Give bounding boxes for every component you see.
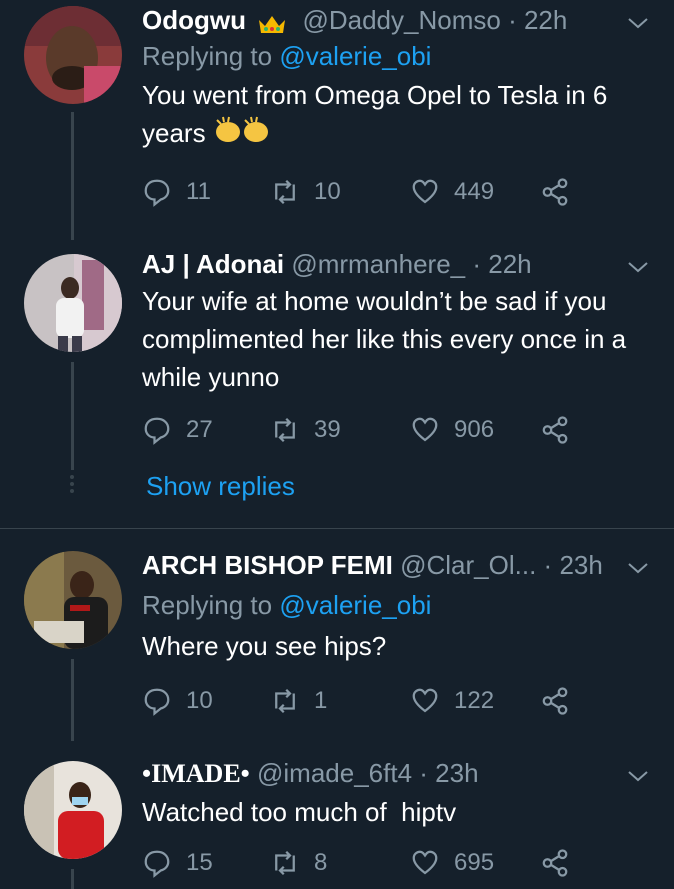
avatar[interactable] xyxy=(24,551,122,649)
avatar[interactable] xyxy=(24,761,122,859)
share-icon xyxy=(542,178,568,206)
like-button[interactable]: 122 xyxy=(410,683,494,719)
chevron-down-icon[interactable] xyxy=(626,8,650,32)
share-icon xyxy=(542,687,568,715)
reply-icon xyxy=(144,688,170,716)
share-button[interactable] xyxy=(540,845,584,881)
tweet-text: You went from Omega Opel to Tesla in 6 y… xyxy=(142,76,650,156)
like-icon xyxy=(412,850,438,875)
reply-button[interactable]: 11 xyxy=(142,174,211,210)
retweet-icon xyxy=(275,850,295,876)
reply-icon xyxy=(144,850,170,878)
reply-button[interactable]: 27 xyxy=(142,412,213,448)
tweet-time[interactable]: 23h xyxy=(435,758,478,788)
share-button[interactable] xyxy=(540,683,584,719)
share-button[interactable] xyxy=(540,412,584,448)
like-button[interactable]: 695 xyxy=(410,845,494,881)
avatar[interactable] xyxy=(24,6,122,104)
chevron-down-icon[interactable] xyxy=(626,252,650,276)
like-icon xyxy=(412,179,438,204)
tweet-aj-adonai[interactable]: AJ | Adonai @mrmanhere_ · 22h Your wife … xyxy=(0,240,674,530)
like-button[interactable]: 906 xyxy=(410,412,494,448)
mention-link[interactable]: @valerie_obi xyxy=(279,41,431,71)
tweet-text: Where you see hips? xyxy=(142,631,387,661)
avatar[interactable] xyxy=(24,254,122,352)
author-name[interactable]: AJ | Adonai xyxy=(142,249,284,279)
author-handle[interactable]: @Clar_Ol... xyxy=(400,550,536,580)
tweet-imade[interactable]: •IMADE• @imade_6ft4 · 23h Watched too mu… xyxy=(0,741,674,889)
retweet-button[interactable]: 10 xyxy=(270,174,341,210)
author-handle[interactable]: @mrmanhere_ xyxy=(291,249,465,279)
show-replies-link[interactable]: Show replies xyxy=(146,468,295,504)
retweet-button[interactable]: 1 xyxy=(270,683,327,719)
tweet-time[interactable]: 22h xyxy=(524,5,567,35)
crown-emoji xyxy=(257,9,291,35)
reply-icon xyxy=(144,179,170,207)
author-name[interactable]: ARCH BISHOP FEMI xyxy=(142,550,393,580)
share-icon xyxy=(542,416,568,444)
author-handle[interactable]: @Daddy_Nomso xyxy=(302,5,500,35)
retweet-icon xyxy=(275,417,295,443)
chevron-down-icon[interactable] xyxy=(626,761,650,785)
tweet-text: Your wife at home wouldn’t be sad if you… xyxy=(142,286,627,392)
reply-button[interactable]: 10 xyxy=(142,683,213,719)
tweet-time[interactable]: 23h xyxy=(559,550,602,580)
like-icon xyxy=(412,688,438,713)
replying-to: Replying to @valerie_obi xyxy=(142,590,432,620)
share-icon xyxy=(542,849,568,877)
mention-link[interactable]: @valerie_obi xyxy=(279,590,431,620)
retweet-icon xyxy=(275,179,295,205)
retweet-icon xyxy=(275,688,295,714)
author-name[interactable]: Odogwu xyxy=(142,5,246,35)
like-button[interactable]: 449 xyxy=(410,174,494,210)
tweet-time[interactable]: 22h xyxy=(488,249,531,279)
tweet-arch-bishop-femi[interactable]: ARCH BISHOP FEMI @Clar_Ol... · 23h Reply… xyxy=(0,529,674,741)
clapping-hands-emoji xyxy=(213,114,277,156)
retweet-button[interactable]: 39 xyxy=(270,412,341,448)
retweet-button[interactable]: 8 xyxy=(270,845,327,881)
like-icon xyxy=(412,417,438,442)
chevron-down-icon[interactable] xyxy=(626,553,650,577)
share-button[interactable] xyxy=(540,174,584,210)
tweet-odogwu[interactable]: Odogwu @Daddy_Nomso · 22h Replying to @v… xyxy=(0,0,674,240)
author-name[interactable]: •IMADE• xyxy=(142,759,250,788)
reply-icon xyxy=(144,417,170,445)
author-handle[interactable]: @imade_6ft4 xyxy=(257,758,412,788)
replying-to: Replying to @valerie_obi xyxy=(142,41,432,71)
tweet-text: Watched too much of hiptv xyxy=(142,797,457,827)
reply-button[interactable]: 15 xyxy=(142,845,213,881)
